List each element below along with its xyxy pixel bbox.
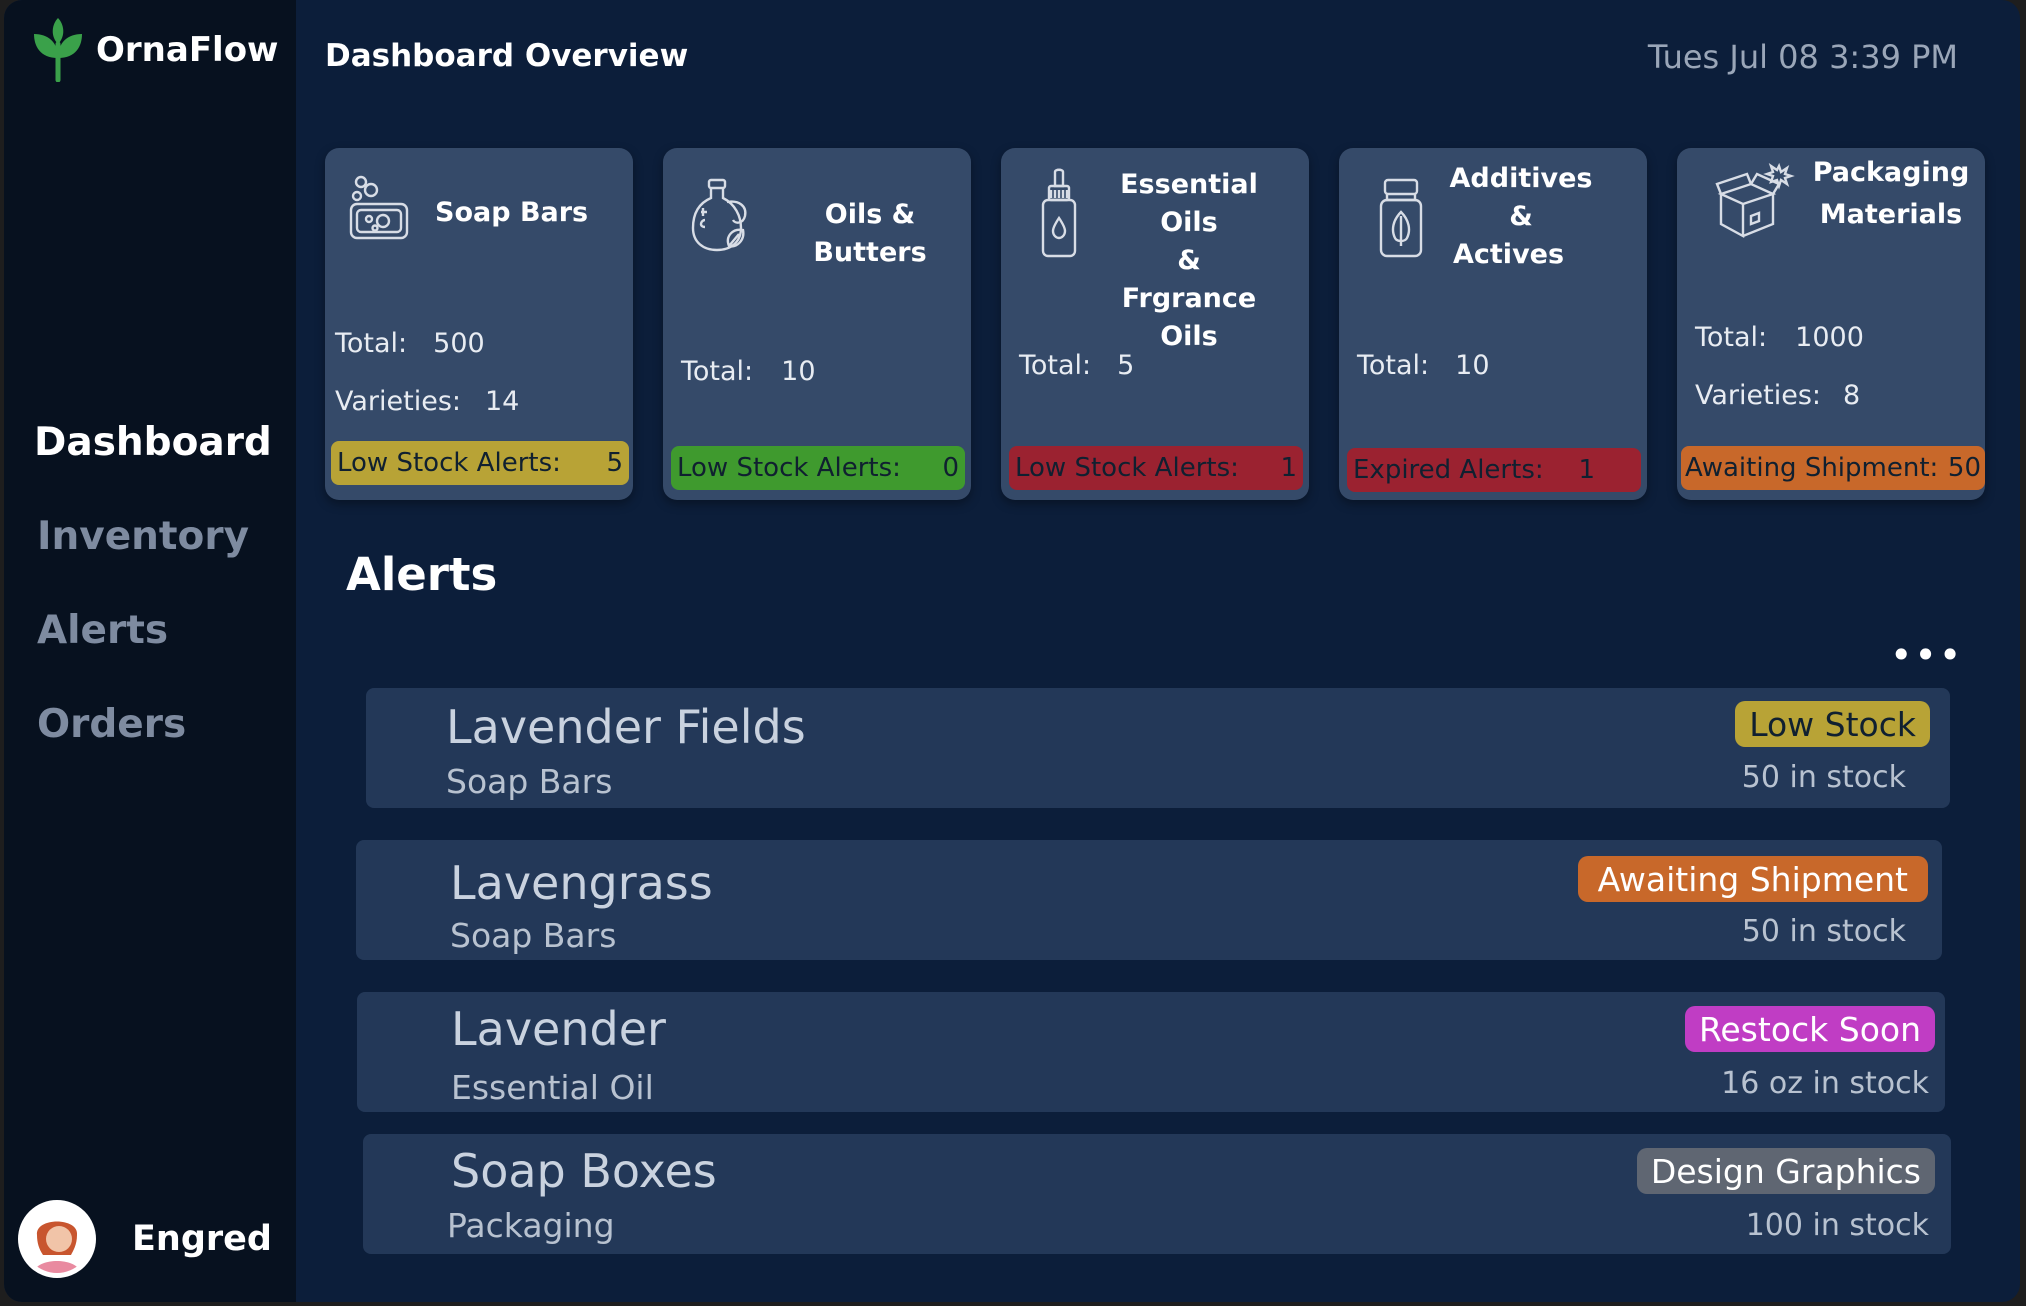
card-title: Packaging Materials [1812,157,1970,230]
soap-bar-icon [349,175,409,240]
card-stat-total: Total: 10 [1357,350,1490,381]
alert-item-name: Lavender [451,1002,666,1056]
category-card-soap-bars[interactable]: Soap Bars Total: 500 Varieties: 14 Low Sto… [325,148,633,500]
alert-item-name: Lavengrass [450,856,713,910]
alert-row-lavengrass[interactable]: Lavengrass Soap Bars Awaiting Shipment 5… [356,840,1942,960]
user-avatar-icon[interactable] [18,1200,96,1278]
card-title: Oils & Butters [813,199,927,268]
category-card-essential-oils[interactable]: Essential Oils & Frgrance Oils Total: 5 L… [1001,148,1309,500]
expired-alerts-badge[interactable]: Expired Alerts: 1 [1347,448,1641,492]
category-card-packaging[interactable]: Packaging Materials Total: 1000 Varieties… [1677,148,1985,500]
awaiting-shipment-badge[interactable]: Awaiting Shipment: 50 [1681,446,1985,490]
status-badge: Awaiting Shipment [1577,856,1928,902]
stock-count: 16 oz in stock [1721,1066,1929,1101]
brand-logo[interactable]: OrnaFlow [32,18,278,82]
alert-item-category: Soap Bars [446,762,613,801]
app-window: OrnaFlow Dashboard Inventory Alerts Orde… [4,0,2020,1302]
low-stock-badge[interactable]: Low Stock Alerts: 1 [1009,446,1303,490]
sprout-icon [34,18,82,82]
stock-count: 50 in stock [1741,914,1906,949]
alert-row-lavender-fields[interactable]: Lavender Fields Soap Bars Low Stock 50 i… [366,688,1950,808]
box-icon [1715,162,1795,239]
card-stat-total: Total: 5 [1019,350,1135,381]
status-badge: Restock Soon [1684,1006,1935,1052]
alert-item-category: Soap Bars [450,916,617,955]
nav-item-dashboard[interactable]: Dashboard [34,420,272,465]
stock-count: 100 in stock [1745,1208,1929,1243]
card-stat-varieties: Varieties: 8 [1695,380,1861,411]
low-stock-badge[interactable]: Low Stock Alerts: 0 [671,446,965,490]
nav-item-inventory[interactable]: Inventory [37,514,249,559]
stock-count: 50 in stock [1741,760,1906,795]
nav-item-orders[interactable]: Orders [37,702,186,747]
card-title: Additives & Actives [1449,163,1593,270]
card-stat-total: Total: 500 [335,328,485,359]
alert-row-soap-boxes[interactable]: Soap Boxes Packaging Design Graphics 100… [363,1134,1951,1254]
user-name: Engred [132,1219,272,1259]
alert-item-name: Lavender Fields [446,700,806,754]
nav-item-alerts[interactable]: Alerts [37,608,168,653]
alert-row-lavender[interactable]: Lavender Essential Oil Restock Soon 16 o… [357,992,1945,1112]
alerts-section-title: Alerts [346,548,498,601]
sidebar: OrnaFlow Dashboard Inventory Alerts Orde… [4,0,296,1302]
page-title: Dashboard Overview [325,38,689,74]
more-options-icon[interactable]: ••• [1890,636,1963,674]
card-stat-varieties: Varieties: 14 [335,386,520,417]
card-stat-total: Total: 1000 [1695,322,1864,353]
header-datetime: Tues Jul 08 3:39 PM [1647,38,1958,76]
card-title: Essential Oils & Frgrance Oils [1120,169,1258,352]
oil-jar-icon [691,178,747,252]
status-badge: Design Graphics [1636,1148,1935,1194]
low-stock-badge[interactable]: Low Stock Alerts: 5 [331,441,629,485]
card-stat-total: Total: 10 [681,356,816,387]
brand-name: OrnaFlow [96,30,279,70]
alert-item-category: Packaging [447,1206,615,1245]
leaf-jar-icon [1379,178,1423,258]
user-profile[interactable]: Engred [18,1200,272,1278]
card-title: Soap Bars [435,197,589,228]
category-card-oils-butters[interactable]: Oils & Butters Total: 10 Low Stock Alerts… [663,148,971,500]
dropper-bottle-icon [1041,168,1077,258]
status-badge: Low Stock [1735,701,1930,747]
category-card-additives-actives[interactable]: Additives & Actives Total: 10 Expired Ale… [1339,148,1647,500]
alert-item-name: Soap Boxes [451,1144,717,1198]
alert-item-category: Essential Oil [451,1068,654,1107]
